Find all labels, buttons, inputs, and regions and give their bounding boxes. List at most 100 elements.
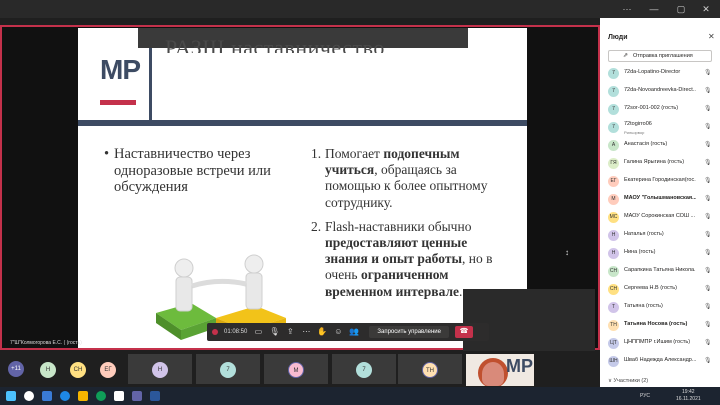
participant-row[interactable]: ШН Шваб Надежда Александр... 🎙	[600, 354, 720, 370]
participant-name: Нина (гость)	[624, 249, 656, 255]
participant-role: Рильорвор	[624, 130, 645, 135]
participant-row[interactable]: ЕГ Екатерина Городинская(гос... 🎙	[600, 174, 720, 190]
avatar: А	[608, 140, 619, 151]
send-invite-button[interactable]: ⇗ Отправка приглашения	[608, 50, 712, 62]
more-options-icon[interactable]: ···	[616, 2, 638, 16]
avatar: Н	[608, 230, 619, 241]
explorer-icon[interactable]	[78, 391, 88, 401]
participant-row[interactable]: А Анастасія (гость) 🎙	[600, 138, 720, 154]
mic-muted-icon: 🎙	[704, 106, 712, 112]
hand-icon[interactable]: ✋	[317, 327, 327, 337]
participant-row[interactable]: Т Татьяна (гость) 🎙	[600, 300, 720, 316]
mic-muted-icon: 🎙	[704, 268, 712, 274]
invite-label: Отправка приглашения	[633, 53, 693, 59]
word-icon[interactable]	[150, 391, 160, 401]
mic-muted-icon: 🎙	[704, 214, 712, 220]
participant-row[interactable]: 7 72dа-Lopatino-Director 🎙	[600, 66, 720, 82]
avatar: 7	[608, 122, 619, 133]
participant-video-face	[482, 362, 504, 386]
avatar: 7	[356, 362, 372, 378]
participant-name: МАОУ "Голышмановская...	[624, 195, 696, 201]
participant-row[interactable]: СН Сарапкина Татьяна Никола... 🎙	[600, 264, 720, 280]
share-icon[interactable]: ⇪	[285, 327, 295, 337]
participant-row[interactable]: ТН Татьяна Носова (гость) 🎙	[600, 318, 720, 334]
window-titlebar: ··· — ▢ ✕	[0, 0, 720, 18]
avatar: М	[288, 362, 304, 378]
participant-name: 72togirro06	[624, 121, 652, 127]
logo-accent-line	[100, 100, 136, 105]
participant-row[interactable]: 7 72sоr-001-002 (гость) 🎙	[600, 102, 720, 118]
close-button[interactable]: ✕	[695, 2, 717, 16]
avatar: ЦТ	[608, 338, 619, 349]
shared-screen-stage: MP РАЗШ наставничество • Наставничество …	[0, 25, 600, 351]
yandex-icon[interactable]	[114, 391, 124, 401]
participant-name: 72dа-Lopatino-Director	[624, 69, 681, 75]
participant-row[interactable]: ГЯ Галина Ярыгина (гость) 🎙	[600, 156, 720, 172]
presenter-name: 7"Ш"Колмогорова Е.С. ( (гость)	[10, 340, 82, 346]
slide-numbered-list: 1. Помогает подопечным учиться, обращаясь…	[311, 146, 511, 308]
chrome-icon[interactable]	[96, 391, 106, 401]
slide-left-bullet: • Наставничество через одноразовые встре…	[104, 146, 271, 196]
participant-name: МАОУ Сорокинская СОШ ...	[624, 213, 696, 219]
camera-icon[interactable]: ▭	[253, 327, 263, 337]
participant-row[interactable]: 7 72togirro06 Рильорвор 🎙	[600, 120, 720, 136]
participant-name: Татьяна Носова (гость)	[624, 321, 688, 327]
mic-muted-icon: 🎙	[704, 358, 712, 364]
avatar: ТН	[608, 320, 619, 331]
participants-section-toggle[interactable]: ∨ Участники (2)	[608, 378, 648, 384]
avatar: 7	[608, 68, 619, 79]
windows-start-icon[interactable]	[6, 391, 16, 401]
gallery-tile[interactable]: Н	[128, 354, 192, 384]
windows-taskbar: РУС 19:42 16.11.2021	[0, 387, 720, 405]
more-icon[interactable]: ⋯	[301, 327, 311, 337]
participant-name: Наталья (гость)	[624, 231, 664, 237]
participant-row[interactable]: ЦТ ЦНППМПР г.Ишим (гость) 🎙	[600, 336, 720, 352]
mic-muted-icon: 🎙	[704, 340, 712, 346]
slide-divider	[78, 120, 527, 126]
participant-name: Татьяна (гость)	[624, 303, 663, 309]
edge-icon[interactable]	[60, 391, 70, 401]
language-indicator[interactable]: РУС	[640, 393, 650, 399]
share-link-icon: ⇗	[623, 53, 629, 59]
gallery-tile[interactable]: 7	[332, 354, 396, 384]
task-view-icon[interactable]	[42, 391, 52, 401]
request-control-button[interactable]: Запросить управление	[369, 326, 449, 338]
cursor-icon: ↕	[565, 248, 569, 257]
mic-off-icon[interactable]: 🎙	[269, 327, 279, 337]
avatar: СН	[70, 362, 86, 378]
list-item-1: 1. Помогает подопечным учиться, обращаясь…	[311, 146, 488, 210]
recording-indicator-icon	[212, 329, 218, 335]
video-tile-camera[interactable]: MP	[466, 354, 534, 386]
gallery-tile[interactable]: Н	[34, 354, 62, 384]
mic-muted-icon: 🎙	[704, 88, 712, 94]
avatar: Н	[40, 362, 56, 378]
participant-row[interactable]: СН Сергеева Н.В (гость) 🎙	[600, 282, 720, 298]
gallery-tile[interactable]: ТН	[398, 354, 462, 384]
clock-date[interactable]: 16.11.2021	[676, 396, 701, 402]
participant-row[interactable]: Н Наталья (гость) 🎙	[600, 228, 720, 244]
close-panel-icon[interactable]: ✕	[708, 32, 715, 41]
gallery-tile[interactable]: 7	[196, 354, 260, 384]
avatar: М	[608, 194, 619, 205]
gallery-tile[interactable]: ЕГ	[94, 354, 122, 384]
slide-logo-text: MP	[100, 54, 141, 85]
participant-name: Шваб Надежда Александр...	[624, 357, 696, 363]
participant-row[interactable]: Н Нина (гость) 🎙	[600, 246, 720, 262]
participant-row[interactable]: МС МАОУ Сорокинская СОШ ... 🎙	[600, 210, 720, 226]
more-participants-badge[interactable]: +11	[8, 361, 24, 377]
mic-muted-icon: 🎙	[704, 322, 712, 328]
mic-muted-icon: 🎙	[704, 304, 712, 310]
maximize-button[interactable]: ▢	[670, 2, 692, 16]
gallery-tile[interactable]: М	[264, 354, 328, 384]
teams-icon[interactable]	[132, 391, 142, 401]
participant-row[interactable]: М МАОУ "Голышмановская... 🎙	[600, 192, 720, 208]
clock-time[interactable]: 19:42	[682, 389, 695, 395]
avatar: ТН	[422, 362, 438, 378]
reactions-icon[interactable]: ☺	[333, 327, 343, 337]
gallery-tile[interactable]: СН	[64, 354, 92, 384]
search-icon[interactable]	[24, 391, 34, 401]
minimize-button[interactable]: —	[643, 2, 665, 16]
hang-up-button[interactable]: ☎	[454, 326, 473, 338]
participants-icon[interactable]: 👥	[349, 327, 359, 337]
participant-row[interactable]: 7 72dа-Novoandreevka-Direct... 🎙	[600, 84, 720, 100]
